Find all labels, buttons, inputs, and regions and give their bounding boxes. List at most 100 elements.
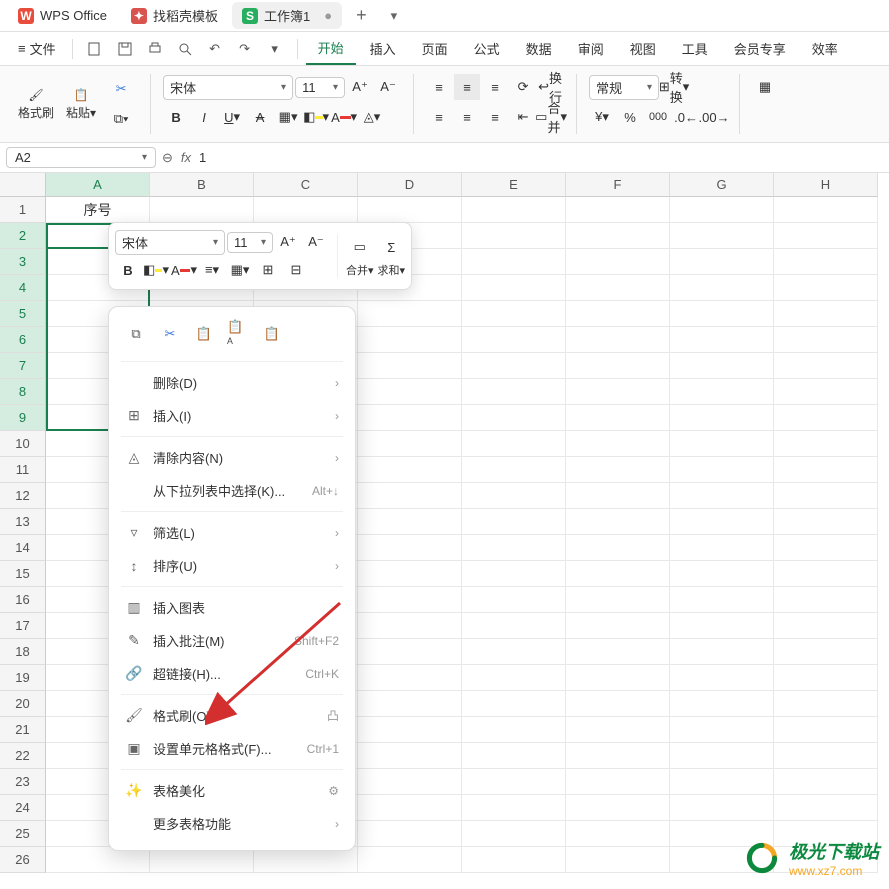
cell[interactable] [670, 249, 774, 275]
cancel-icon[interactable]: ⊖ [162, 150, 173, 166]
ctx-beautify[interactable]: ✨ 表格美化 ⚙ [109, 774, 355, 807]
col-header-C[interactable]: C [254, 173, 358, 197]
app-tab-workbook[interactable]: S 工作簿1 ● [232, 2, 342, 29]
cell[interactable] [670, 795, 774, 821]
cell[interactable] [774, 483, 878, 509]
cell[interactable] [358, 431, 462, 457]
italic-button[interactable]: I [191, 104, 217, 130]
decrease-font-button[interactable]: A⁻ [375, 74, 401, 100]
cell[interactable] [774, 665, 878, 691]
cell[interactable] [462, 769, 566, 795]
cell[interactable] [566, 665, 670, 691]
cell[interactable] [358, 665, 462, 691]
cell[interactable] [566, 223, 670, 249]
mini-size-select[interactable]: 11▾ [227, 232, 273, 253]
row-header[interactable]: 21 [0, 717, 46, 743]
cell[interactable] [670, 717, 774, 743]
ctx-cut-icon[interactable]: ✂ [159, 323, 181, 345]
percent-button[interactable]: % [617, 104, 643, 130]
cell[interactable] [566, 535, 670, 561]
cell[interactable] [670, 665, 774, 691]
add-tab-button[interactable]: + [346, 5, 377, 26]
cell[interactable] [358, 613, 462, 639]
cell[interactable] [566, 769, 670, 795]
cell[interactable] [566, 457, 670, 483]
app-tab-template[interactable]: ✦ 找稻壳模板 [121, 2, 228, 29]
cell[interactable] [462, 717, 566, 743]
ctx-copy-icon[interactable]: ⧉ [125, 323, 147, 345]
cell[interactable] [462, 587, 566, 613]
col-header-E[interactable]: E [462, 173, 566, 197]
cell[interactable] [774, 535, 878, 561]
cell[interactable] [774, 769, 878, 795]
cell[interactable] [774, 587, 878, 613]
cell[interactable] [774, 301, 878, 327]
select-all-corner[interactable] [0, 173, 46, 197]
cell[interactable] [358, 301, 462, 327]
cell[interactable] [670, 275, 774, 301]
strikethrough-button[interactable]: A [247, 104, 273, 130]
ctx-paste-icon[interactable]: 📋 [193, 323, 215, 345]
mini-bold[interactable]: B [115, 257, 141, 283]
cell[interactable] [670, 639, 774, 665]
cell[interactable]: 序号 [46, 197, 150, 223]
ctx-dropdown-pick[interactable]: 从下拉列表中选择(K)... Alt+↓ [109, 474, 355, 507]
mini-border[interactable]: ▦▾ [227, 257, 253, 283]
clear-format-button[interactable]: ◬▾ [359, 104, 385, 130]
align-center-button[interactable]: ≡ [454, 104, 480, 130]
cell[interactable] [462, 743, 566, 769]
cell[interactable] [774, 717, 878, 743]
cell[interactable] [566, 691, 670, 717]
cell[interactable] [358, 353, 462, 379]
row-header[interactable]: 23 [0, 769, 46, 795]
cell[interactable] [566, 431, 670, 457]
more-icon[interactable]: ▾ [261, 35, 289, 63]
tab-vip[interactable]: 会员专享 [722, 33, 798, 64]
number-format-select[interactable]: 常规▾ [589, 75, 659, 100]
cell[interactable] [670, 223, 774, 249]
cell[interactable] [566, 639, 670, 665]
col-header-A[interactable]: A [46, 173, 150, 197]
cell[interactable] [358, 405, 462, 431]
cell[interactable] [566, 717, 670, 743]
font-size-select[interactable]: 11▾ [295, 77, 345, 98]
redo-icon[interactable]: ↷ [231, 35, 259, 63]
cell[interactable] [566, 353, 670, 379]
cell[interactable] [670, 379, 774, 405]
ctx-cell-format[interactable]: ▣ 设置单元格格式(F)... Ctrl+1 [109, 732, 355, 765]
cell[interactable] [462, 795, 566, 821]
cell[interactable] [566, 743, 670, 769]
cell[interactable] [358, 327, 462, 353]
mini-fill-color[interactable]: ◧▾ [143, 257, 169, 283]
mini-dec-font[interactable]: A⁻ [303, 229, 329, 255]
cell[interactable] [358, 483, 462, 509]
align-left-button[interactable]: ≡ [426, 104, 452, 130]
indent-button[interactable]: ⇤ [510, 104, 536, 130]
col-header-G[interactable]: G [670, 173, 774, 197]
font-select[interactable]: 宋体▾ [163, 75, 293, 100]
cell[interactable] [462, 535, 566, 561]
cell[interactable] [358, 821, 462, 847]
format-painter-button[interactable]: 🖌 格式刷 [14, 86, 58, 123]
tab-review[interactable]: 审阅 [566, 33, 616, 64]
cell[interactable] [358, 197, 462, 223]
new-icon[interactable] [81, 35, 109, 63]
font-color-button[interactable]: A▾ [331, 104, 357, 130]
preview-icon[interactable] [171, 35, 199, 63]
cell[interactable] [670, 301, 774, 327]
undo-icon[interactable]: ↶ [201, 35, 229, 63]
row-header[interactable]: 8 [0, 379, 46, 405]
cell[interactable] [774, 327, 878, 353]
cell[interactable] [462, 639, 566, 665]
cell[interactable] [566, 847, 670, 873]
row-header[interactable]: 17 [0, 613, 46, 639]
mini-font-select[interactable]: 宋体▾ [115, 230, 225, 255]
cell[interactable] [462, 457, 566, 483]
mini-align[interactable]: ≡▾ [199, 257, 225, 283]
convert-button[interactable]: ⊞转换▾ [661, 74, 687, 100]
cell[interactable] [358, 691, 462, 717]
copy-button[interactable]: ⧉▾ [108, 106, 134, 132]
row-header[interactable]: 1 [0, 197, 46, 223]
cell[interactable] [566, 249, 670, 275]
row-header[interactable]: 18 [0, 639, 46, 665]
